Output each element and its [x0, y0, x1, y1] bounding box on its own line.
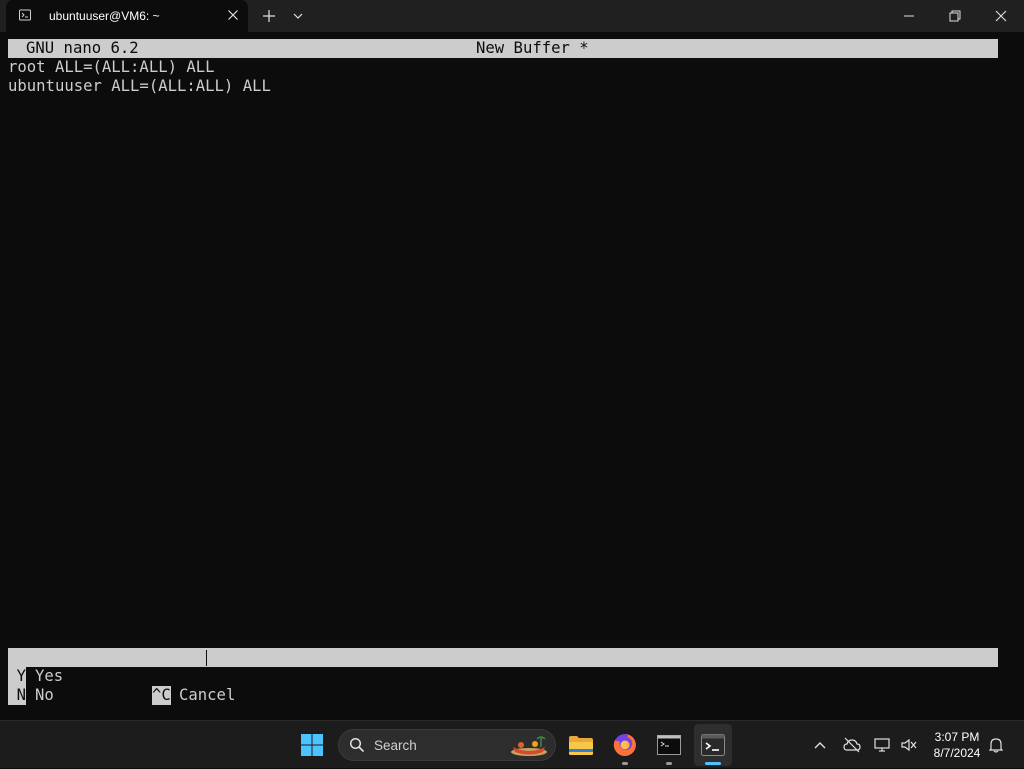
terminal-button[interactable]: [691, 721, 735, 769]
firefox-button[interactable]: [603, 721, 647, 769]
key-yes[interactable]: Y: [8, 667, 26, 686]
show-hidden-icons-button[interactable]: [808, 721, 832, 769]
prompt-text: Save modified buffer?: [45, 667, 243, 685]
save-prompt[interactable]: Save modified buffer?: [8, 648, 998, 685]
plus-icon[interactable]: [260, 7, 278, 25]
windows-terminal-icon: [701, 734, 725, 756]
file-explorer-button[interactable]: [559, 721, 603, 769]
key-no[interactable]: N: [8, 686, 26, 705]
start-button[interactable]: [290, 721, 334, 769]
minimize-icon: [904, 15, 914, 17]
close-tab-icon[interactable]: [225, 7, 241, 23]
active-indicator: [705, 762, 721, 765]
notifications-button[interactable]: [986, 721, 1006, 769]
editor-line[interactable]: ubuntuuser ALL=(ALL:ALL) ALL: [8, 77, 271, 96]
minimize-button[interactable]: [886, 0, 932, 32]
close-window-button[interactable]: [978, 0, 1024, 32]
close-icon: [995, 10, 1007, 22]
onedrive-status[interactable]: [840, 721, 864, 769]
window-titlebar: ubuntuuser@VM6: ~: [0, 0, 1024, 32]
running-indicator: [622, 762, 628, 765]
nano-titlebar: GNU nano 6.2 New Buffer *: [8, 39, 998, 58]
taskbar: Search 3:07 PM 8/7/2024: [0, 720, 1024, 768]
running-indicator: [666, 762, 672, 765]
cloud-off-icon: [843, 737, 861, 753]
network-status[interactable]: [871, 721, 895, 769]
taskbar-search[interactable]: Search: [338, 729, 556, 761]
bell-icon: [989, 738, 1003, 753]
search-placeholder: Search: [374, 738, 417, 753]
key-cancel[interactable]: ^C: [152, 686, 171, 705]
windows-logo-icon: [301, 734, 323, 756]
terminal-area[interactable]: GNU nano 6.2 New Buffer * root ALL=(ALL:…: [8, 39, 998, 705]
terminal-icon: [19, 9, 31, 21]
tab-title: ubuntuuser@VM6: ~: [49, 9, 160, 23]
clock-date: 8/7/2024: [933, 746, 981, 760]
cmd-button[interactable]: [647, 721, 691, 769]
editor-line[interactable]: root ALL=(ALL:ALL) ALL: [8, 58, 215, 77]
option-yes-label[interactable]: Yes: [35, 667, 63, 686]
restore-icon: [949, 10, 961, 22]
firefox-icon: [613, 734, 636, 756]
chevron-up-icon: [814, 742, 826, 749]
restore-button[interactable]: [932, 0, 978, 32]
terminal-tab[interactable]: ubuntuuser@VM6: ~: [6, 0, 248, 32]
system-clock[interactable]: 3:07 PM 8/7/2024: [926, 729, 988, 761]
network-icon: [874, 738, 890, 752]
speaker-muted-icon: [901, 738, 917, 752]
buffer-title: New Buffer *: [476, 39, 589, 57]
folder-icon: [569, 736, 593, 755]
command-prompt-icon: [657, 735, 681, 755]
search-highlight-icon: [511, 736, 547, 756]
clock-time: 3:07 PM: [934, 730, 980, 744]
search-icon: [349, 737, 365, 753]
nano-version: GNU nano 6.2: [26, 39, 139, 57]
chevron-down-icon[interactable]: [290, 8, 306, 24]
text-cursor: [206, 650, 207, 666]
option-cancel-label[interactable]: Cancel: [179, 686, 235, 705]
option-no-label[interactable]: No: [35, 686, 54, 705]
volume-status[interactable]: [897, 721, 921, 769]
